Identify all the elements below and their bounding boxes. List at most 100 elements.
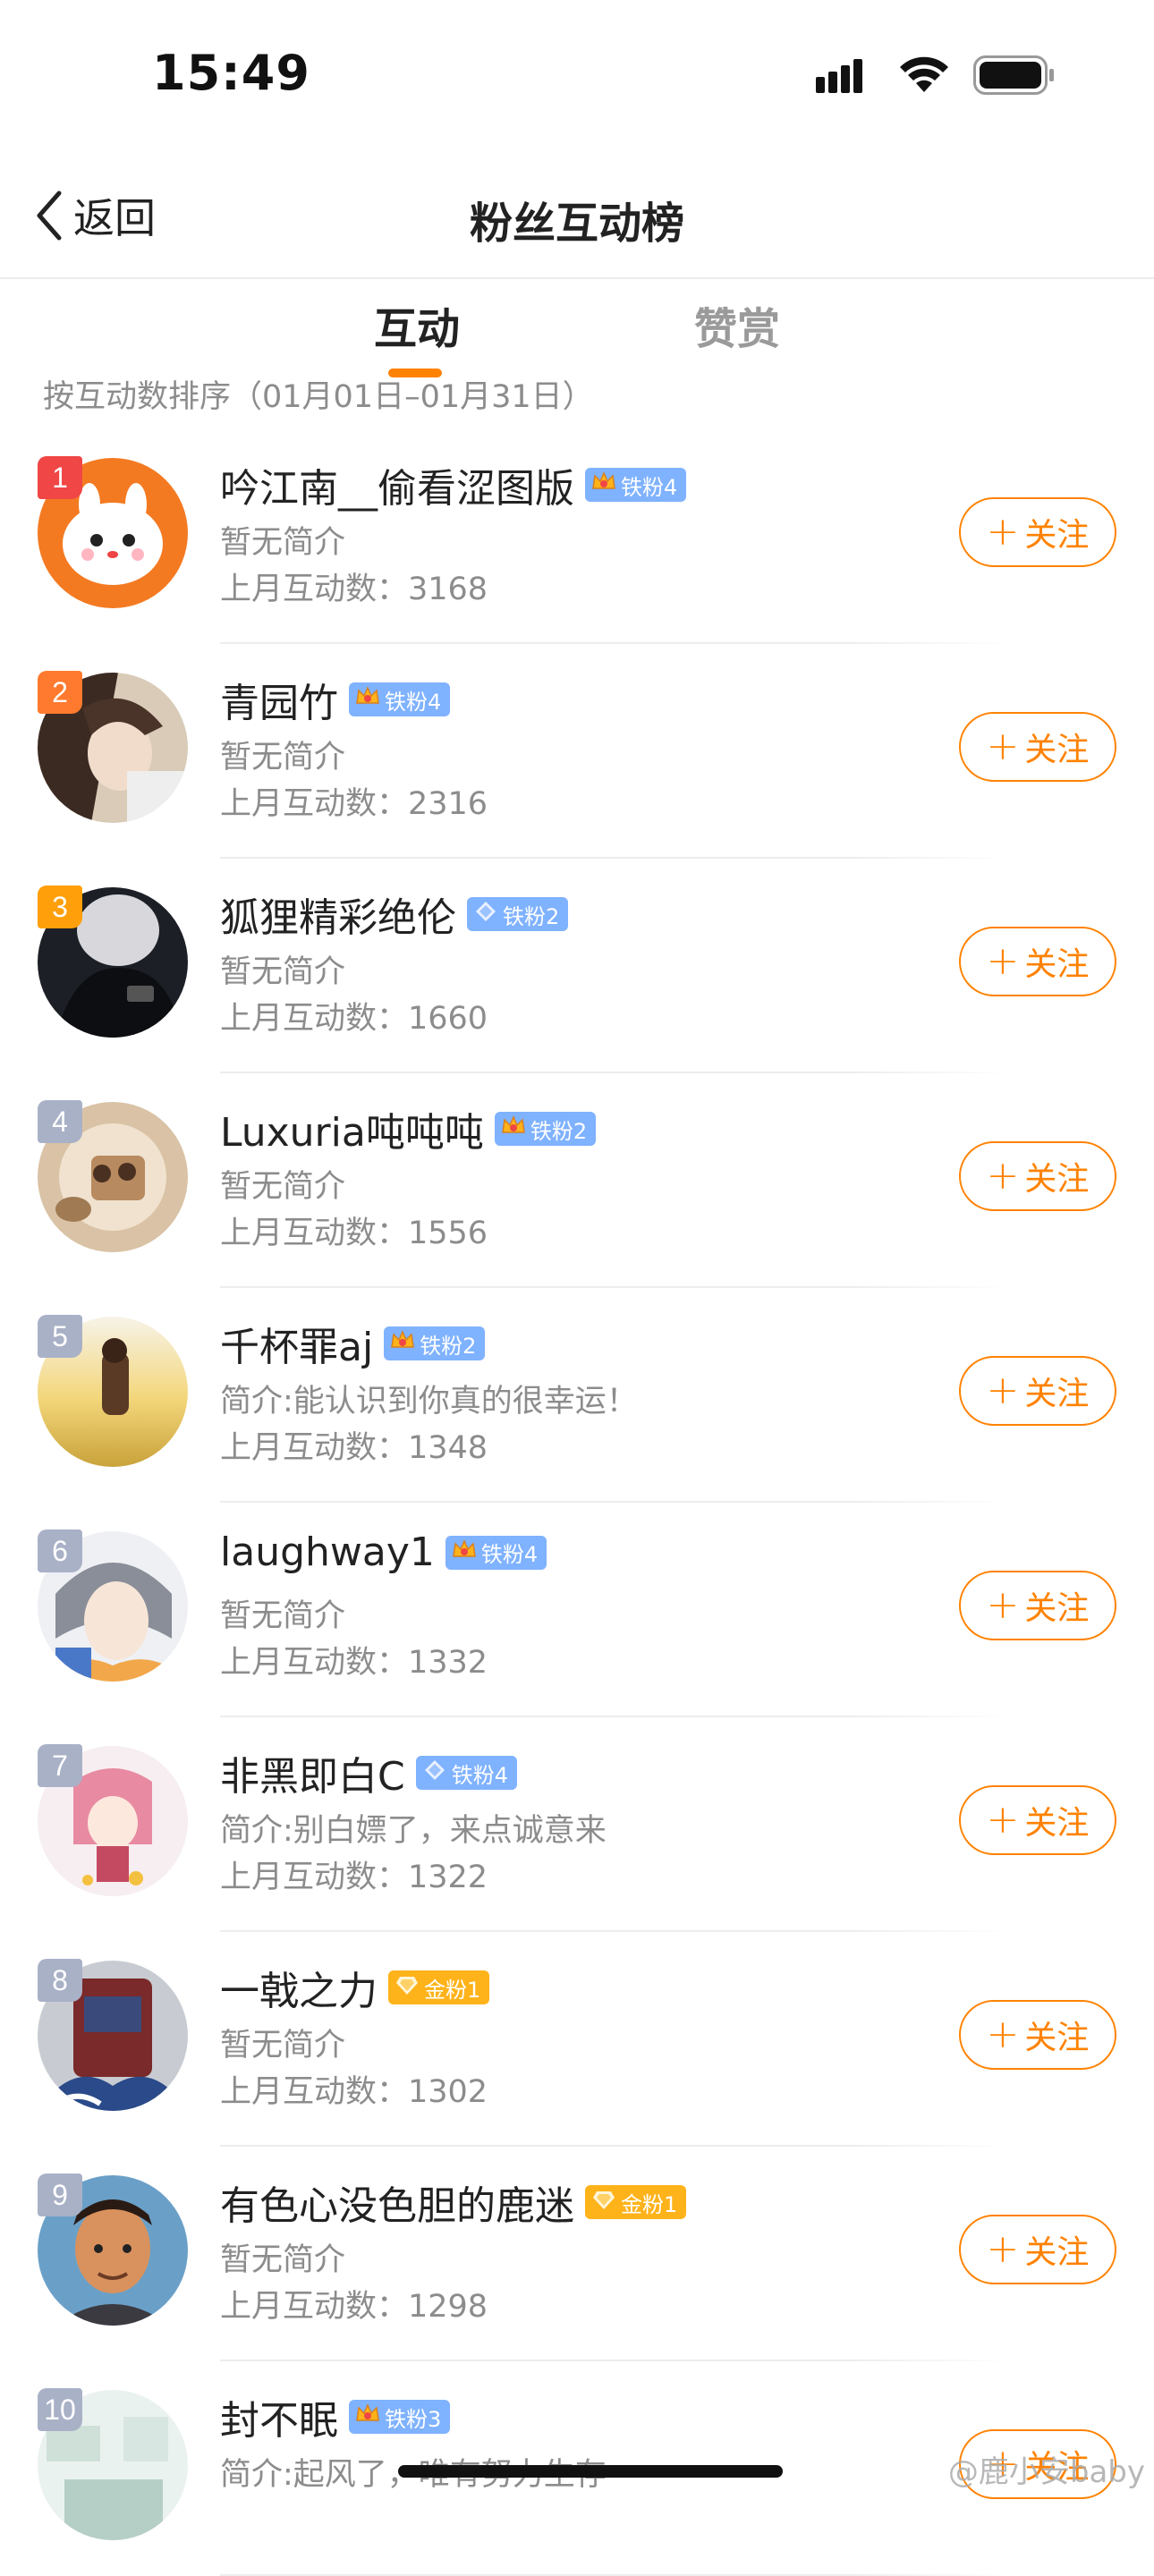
fan-interaction-count: 上月互动数：1348 — [220, 1430, 488, 1466]
rank-badge: 1 — [38, 456, 82, 499]
fan-row[interactable]: 2 青园竹 铁粉4 暂无简介 上月互动数：2316 + 关注 — [0, 644, 1154, 859]
plus-icon: + — [986, 1153, 1020, 1199]
fan-name[interactable]: 有色心没色胆的鹿迷 — [220, 2174, 574, 2231]
fan-level-badge[interactable]: 铁粉4 — [585, 468, 687, 502]
crown-icon — [500, 1113, 527, 1145]
fan-row[interactable]: 4 Luxuria吨吨吨 铁粉2 暂无简介 上月互动数：1556 + 关注 — [0, 1073, 1154, 1288]
status-time: 15:49 — [152, 45, 310, 101]
gem-icon — [394, 1971, 420, 2004]
rank-badge: 9 — [38, 2174, 82, 2216]
rank-badge: 5 — [38, 1315, 82, 1358]
plus-icon: + — [986, 1582, 1020, 1628]
follow-label: 关注 — [1024, 1590, 1090, 1627]
follow-button[interactable]: + 关注 — [959, 2000, 1116, 2070]
fan-level-label: 铁粉4 — [621, 474, 678, 500]
fan-interaction-count: 上月互动数：1302 — [220, 2074, 488, 2110]
tab-reward[interactable]: 赞赏 — [694, 293, 780, 356]
fan-name[interactable]: 千杯罪aj — [220, 1315, 373, 1372]
fan-level-badge[interactable]: 铁粉2 — [384, 1326, 486, 1360]
status-bar: 15:49 — [0, 0, 1154, 152]
fan-description: 暂无简介 — [220, 525, 346, 561]
plus-icon: + — [986, 509, 1020, 555]
tab-bar: 互动 赞赏 — [0, 286, 1154, 385]
fan-level-badge[interactable]: 铁粉4 — [445, 1535, 547, 1570]
plus-icon: + — [986, 938, 1020, 984]
plus-icon: + — [986, 2012, 1020, 2057]
fan-interaction-count: 上月互动数：1322 — [220, 1860, 488, 1895]
follow-button[interactable]: + 关注 — [959, 927, 1116, 996]
fan-description: 暂无简介 — [220, 1598, 346, 1634]
fan-level-badge[interactable]: 金粉1 — [388, 1970, 490, 2004]
fan-row[interactable]: 1 吟江南__偷看涩图版 铁粉4 暂无简介 上月互动数：3168 + 关注 — [0, 429, 1154, 644]
watermark: @鹿小安baby — [947, 2454, 1145, 2490]
follow-button[interactable]: + 关注 — [959, 1571, 1116, 1640]
fan-level-label: 金粉1 — [621, 2191, 678, 2217]
fan-name[interactable]: Luxuria吨吨吨 — [220, 1100, 484, 1157]
battery-icon — [973, 55, 1054, 95]
fan-interaction-count: 上月互动数：2316 — [220, 786, 488, 822]
crown-icon — [590, 469, 617, 501]
fan-list: 1 吟江南__偷看涩图版 铁粉4 暂无简介 上月互动数：3168 + 关注 2 … — [0, 429, 1154, 2576]
name-line: 青园竹 铁粉4 — [220, 671, 451, 728]
fan-level-badge[interactable]: 铁粉3 — [349, 2400, 451, 2434]
fan-level-badge[interactable]: 金粉1 — [585, 2185, 687, 2219]
nav-bar: 返回 粉丝互动榜 — [0, 152, 1154, 279]
rank-badge: 7 — [38, 1744, 82, 1787]
name-line: 狐狸精彩绝伦 铁粉2 — [220, 886, 569, 943]
name-line: laughway1 铁粉4 — [220, 1530, 547, 1575]
fan-row[interactable]: 5 千杯罪aj 铁粉2 简介:能认识到你真的很幸运！ 上月互动数：1348 + … — [0, 1288, 1154, 1503]
plus-icon: + — [986, 1368, 1020, 1413]
fan-row[interactable]: 6 laughway1 铁粉4 暂无简介 上月互动数：1332 + 关注 — [0, 1503, 1154, 1717]
follow-button[interactable]: + 关注 — [959, 2215, 1116, 2284]
home-indicator[interactable] — [398, 2465, 783, 2478]
follow-label: 关注 — [1024, 517, 1090, 554]
fan-name[interactable]: laughway1 — [220, 1530, 435, 1575]
diamond-icon — [472, 898, 499, 930]
fan-name[interactable]: 一戟之力 — [220, 1959, 378, 2016]
rank-badge: 10 — [38, 2388, 82, 2431]
fan-interaction-count: 上月互动数：1556 — [220, 1216, 488, 1251]
cellular-signal-icon — [816, 59, 862, 93]
fan-row[interactable]: 9 有色心没色胆的鹿迷 金粉1 暂无简介 上月互动数：1298 + 关注 — [0, 2147, 1154, 2361]
fan-level-label: 铁粉4 — [480, 1542, 539, 1567]
fan-level-badge[interactable]: 铁粉2 — [494, 1112, 597, 1146]
fan-interaction-count: 上月互动数：1660 — [220, 1001, 488, 1037]
fan-name[interactable]: 非黑即白C — [220, 1744, 405, 1801]
fan-level-label: 金粉1 — [424, 1977, 481, 2003]
fan-description: 暂无简介 — [220, 2028, 346, 2063]
name-line: 有色心没色胆的鹿迷 金粉1 — [220, 2174, 687, 2231]
rank-badge: 8 — [38, 1959, 82, 2002]
fan-row[interactable]: 8 一戟之力 金粉1 暂无简介 上月互动数：1302 + 关注 — [0, 1932, 1154, 2147]
follow-label: 关注 — [1024, 732, 1090, 768]
follow-button[interactable]: + 关注 — [959, 712, 1116, 782]
follow-label: 关注 — [1024, 1161, 1090, 1198]
follow-button[interactable]: + 关注 — [959, 497, 1116, 567]
diamond-icon — [421, 1757, 448, 1789]
crown-icon — [451, 1537, 478, 1569]
fan-row[interactable]: 3 狐狸精彩绝伦 铁粉2 暂无简介 上月互动数：1660 + 关注 — [0, 859, 1154, 1073]
tab-interaction[interactable]: 互动 — [374, 293, 460, 356]
name-line: 吟江南__偷看涩图版 铁粉4 — [220, 456, 687, 513]
fan-level-badge[interactable]: 铁粉4 — [349, 682, 451, 716]
fan-level-badge[interactable]: 铁粉2 — [467, 897, 569, 931]
fan-name[interactable]: 狐狸精彩绝伦 — [220, 886, 456, 943]
fan-interaction-count: 上月互动数：1332 — [220, 1645, 488, 1681]
sort-info: 按互动数排序（01月01日–01月31日） — [43, 379, 594, 415]
follow-button[interactable]: + 关注 — [959, 1356, 1116, 1426]
crown-icon — [354, 683, 381, 716]
fan-level-label: 铁粉4 — [385, 689, 442, 715]
fan-row[interactable]: 7 非黑即白C 铁粉4 简介:别白嫖了，来点诚意来 上月互动数：1322 + 关… — [0, 1717, 1154, 1932]
fan-level-badge[interactable]: 铁粉4 — [415, 1756, 518, 1790]
fan-description: 暂无简介 — [220, 740, 346, 775]
fan-name[interactable]: 青园竹 — [220, 671, 338, 728]
follow-label: 关注 — [1024, 2020, 1090, 2056]
follow-button[interactable]: + 关注 — [959, 1141, 1116, 1211]
plus-icon: + — [986, 2226, 1020, 2272]
fan-level-label: 铁粉2 — [503, 903, 560, 929]
fan-interaction-count: 上月互动数：1298 — [220, 2289, 488, 2325]
fan-name[interactable]: 吟江南__偷看涩图版 — [220, 456, 574, 513]
follow-button[interactable]: + 关注 — [959, 1785, 1116, 1855]
fan-name[interactable]: 封不眠 — [220, 2388, 338, 2445]
gem-icon — [590, 2186, 617, 2218]
fan-level-label: 铁粉2 — [420, 1333, 477, 1359]
